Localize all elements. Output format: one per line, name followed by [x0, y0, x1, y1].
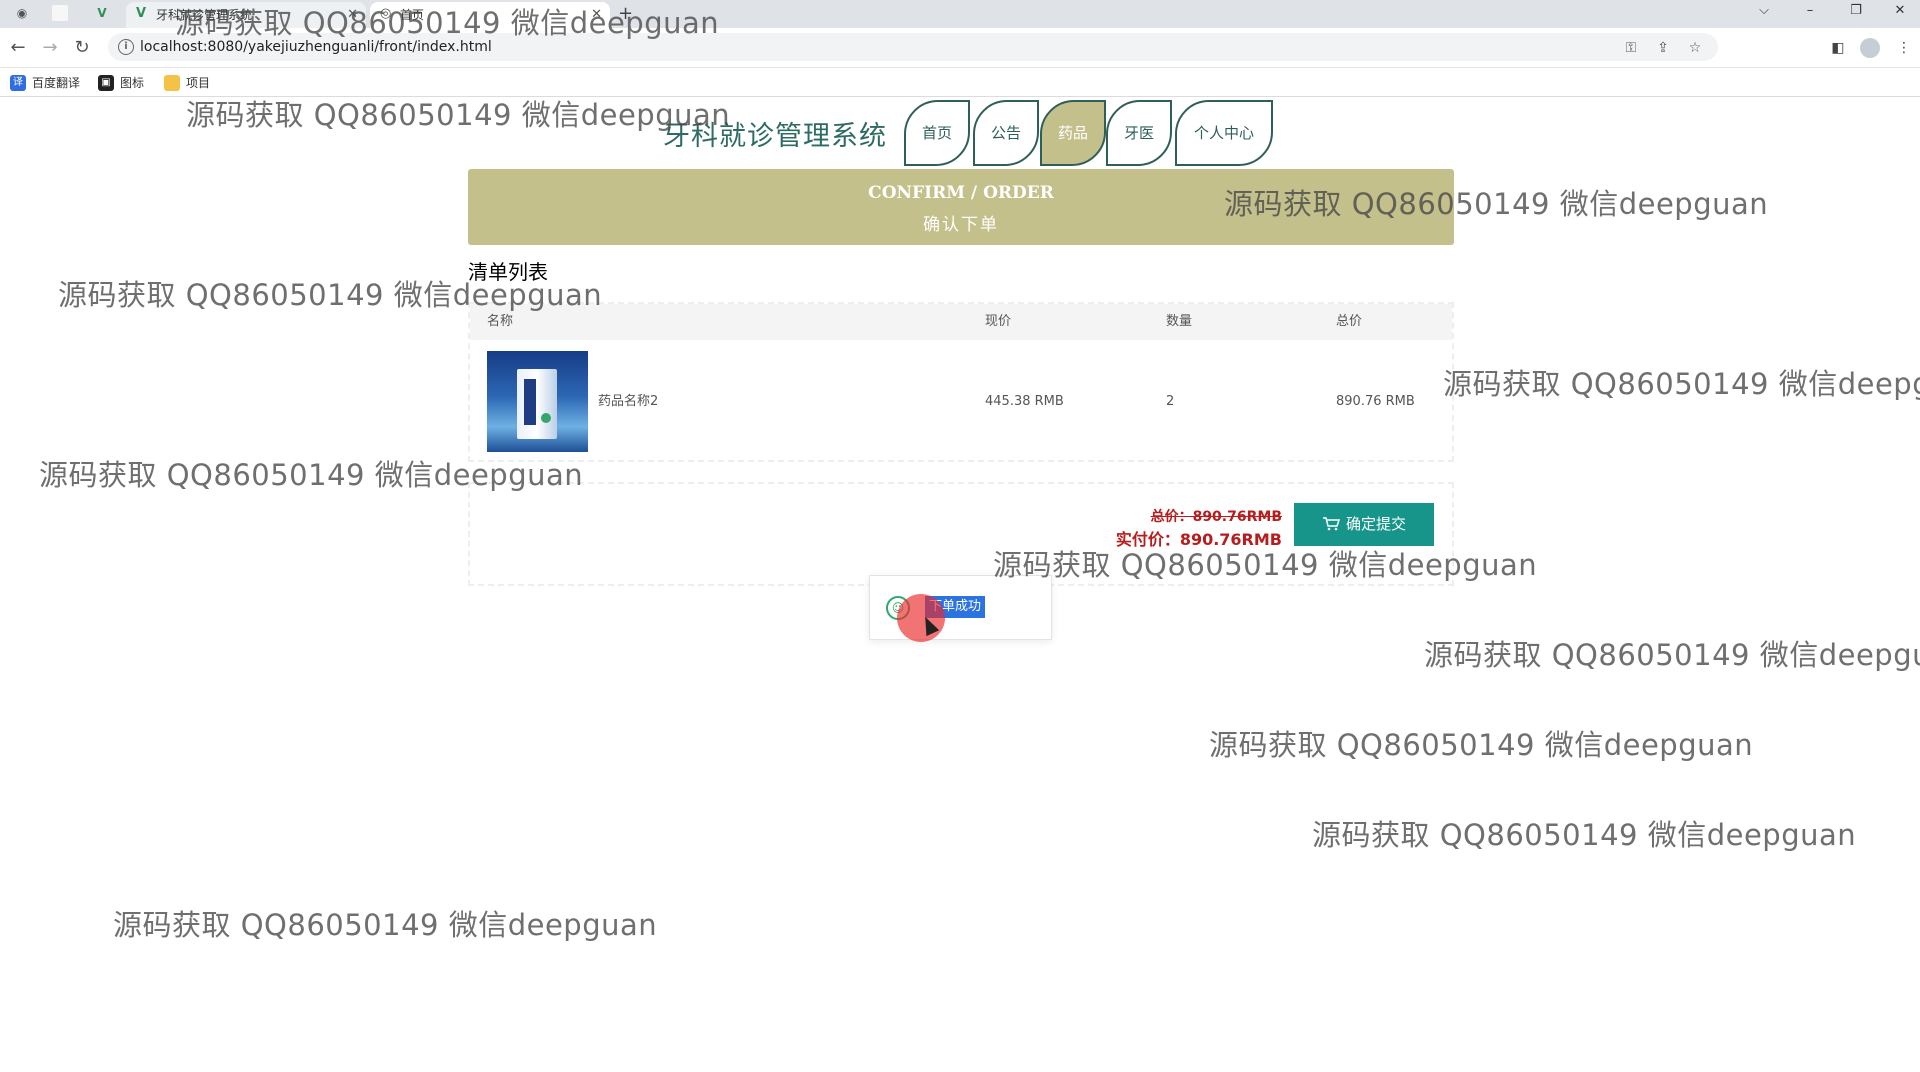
success-toast: ☺ 下单成功 — [869, 575, 1052, 640]
tab-home[interactable]: ◎ 首页 ✕ — [370, 2, 610, 28]
header-qty: 数量 — [1166, 314, 1193, 329]
product-qty: 2 — [1166, 394, 1175, 409]
nav-home[interactable]: 首页 — [904, 100, 970, 166]
order-table: 名称 现价 数量 总价 药品名称2 445.38 RMB 2 890.76 RM… — [468, 302, 1454, 462]
minimize-button[interactable]: – — [1790, 0, 1830, 22]
tab-label: 牙科就诊管理系统 — [156, 8, 253, 22]
reload-icon[interactable]: ↻ — [70, 36, 94, 60]
star-icon[interactable]: ☆ — [1686, 39, 1704, 57]
side-panel-icon[interactable]: ◧ — [1828, 38, 1848, 58]
tab-label: 首页 — [400, 8, 425, 22]
more-menu-icon[interactable]: ⋮ — [1894, 38, 1914, 58]
site-info-icon[interactable]: i — [118, 39, 134, 55]
tab-system[interactable]: V 牙科就诊管理系统 ✕ — [126, 2, 366, 28]
bookmarks-bar: 译 百度翻译 ▣ 图标 项目 — [0, 69, 1920, 97]
banner-title-en: CONFIRM / ORDER — [868, 183, 1054, 203]
share-icon[interactable]: ⇪ — [1654, 39, 1672, 57]
profile-avatar-icon[interactable] — [1860, 38, 1880, 58]
baidu-translate-icon: 译 — [10, 75, 26, 91]
image-icon: ▣ — [98, 75, 114, 91]
key-icon[interactable]: ⚿ — [1622, 39, 1640, 57]
cart-icon — [1322, 517, 1340, 531]
product-label-graphic — [524, 379, 536, 425]
url-text[interactable]: localhost:8080/yakejiuzhenguanli/front/i… — [140, 33, 492, 61]
globe-icon: ◎ — [380, 6, 392, 21]
bookmark-label: 图标 — [120, 76, 145, 90]
header-name: 名称 — [487, 314, 514, 329]
folder-icon — [164, 75, 180, 91]
product-image[interactable] — [487, 351, 588, 452]
close-icon[interactable]: ✕ — [347, 2, 358, 28]
watermark-text: 源码获取 QQ86050149 微信deepguan — [1312, 818, 1857, 852]
site-title: 牙科就诊管理系统 — [663, 121, 887, 152]
header-price: 现价 — [985, 314, 1012, 329]
close-icon[interactable]: ✕ — [591, 2, 602, 28]
submit-order-button[interactable]: 确定提交 — [1294, 503, 1434, 546]
product-total: 890.76 RMB — [1336, 394, 1415, 409]
address-row: ← → ↻ i localhost:8080/yakejiuzhenguanli… — [0, 28, 1920, 68]
address-bar[interactable]: i localhost:8080/yakejiuzhenguanli/front… — [108, 33, 1718, 61]
nav-dentist[interactable]: 牙医 — [1106, 100, 1172, 166]
bookmark-baidu-translate[interactable]: 译 百度翻译 — [10, 74, 80, 92]
watermark-text: 源码获取 QQ86050149 微信deepguan — [113, 908, 658, 942]
page-banner: CONFIRM / ORDER 确认下单 — [468, 169, 1454, 245]
vue-logo-icon[interactable]: V — [94, 5, 110, 21]
product-price: 445.38 RMB — [985, 394, 1064, 409]
watermark-text: 源码获取 QQ86050149 微信deepguan — [186, 98, 731, 132]
blank-page-icon[interactable] — [52, 5, 68, 21]
header-total: 总价 — [1336, 314, 1363, 329]
forward-arrow-icon[interactable]: → — [38, 36, 62, 60]
watermark-text: 源码获取 QQ86050149 微信deepguan — [1424, 638, 1920, 672]
bookmark-icons[interactable]: ▣ 图标 — [98, 74, 144, 92]
nav-notices[interactable]: 公告 — [973, 100, 1039, 166]
submit-label: 确定提交 — [1345, 515, 1406, 533]
list-title: 清单列表 — [468, 260, 548, 284]
vue-logo-icon: V — [136, 6, 147, 21]
browser-tab-bar: ◉ V V 牙科就诊管理系统 ✕ ◎ 首页 ✕ + ⌵ – ❐ ✕ — [0, 0, 1920, 28]
page-content: 牙科就诊管理系统 首页 公告 药品 牙医 个人中心 CONFIRM / ORDE… — [0, 6, 1920, 1072]
nav-personal-center[interactable]: 个人中心 — [1175, 100, 1273, 166]
order-summary: 总价：890.76RMB 实付价：890.76RMB 确定提交 — [468, 482, 1454, 586]
back-arrow-icon[interactable]: ← — [6, 36, 30, 60]
table-header: 名称 现价 数量 总价 — [470, 304, 1452, 340]
paid-price: 实付价：890.76RMB — [1115, 530, 1282, 549]
bookmark-label: 项目 — [186, 76, 211, 90]
product-logo-graphic — [541, 413, 551, 423]
bookmark-label: 百度翻译 — [32, 76, 81, 90]
bookmark-project[interactable]: 项目 — [164, 74, 210, 92]
product-name: 药品名称2 — [598, 394, 659, 409]
product-box-graphic — [517, 369, 557, 439]
close-window-button[interactable]: ✕ — [1880, 0, 1920, 22]
banner-title-cn: 确认下单 — [923, 215, 999, 235]
new-tab-button[interactable]: + — [618, 2, 633, 26]
watermark-text: 源码获取 QQ86050149 微信deepguan — [1209, 728, 1754, 762]
total-price: 总价：890.76RMB — [1150, 509, 1282, 525]
restore-button[interactable]: ❐ — [1836, 0, 1876, 22]
nav-medicine[interactable]: 药品 — [1040, 100, 1106, 166]
tab-search-dropdown-icon[interactable]: ⌵ — [1744, 0, 1784, 22]
chrome-menu-icon[interactable]: ◉ — [14, 5, 30, 21]
watermark-text: 源码获取 QQ86050149 微信deepguan — [1443, 367, 1920, 401]
